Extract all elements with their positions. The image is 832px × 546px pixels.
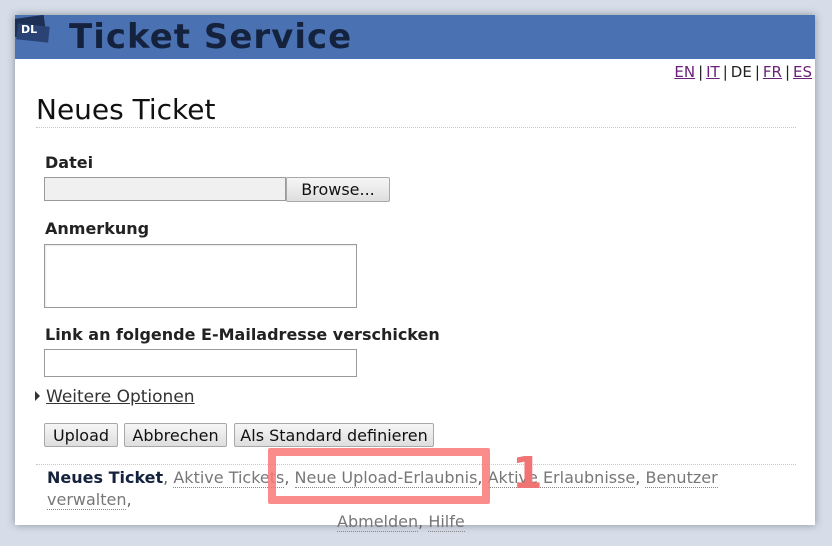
nav-separator: , [635, 468, 641, 487]
note-textarea[interactable] [44, 244, 357, 308]
lang-separator: | [698, 63, 704, 81]
nav-separator: , [418, 512, 424, 531]
lang-separator: | [722, 63, 728, 81]
nav-item-new-upload-permission[interactable]: Neue Upload-Erlaubnis [294, 468, 478, 488]
file-label: Datei [45, 153, 94, 172]
title-divider [36, 127, 796, 128]
lang-es-link[interactable]: ES [793, 63, 812, 81]
nav-separator: , [163, 468, 169, 487]
browse-button[interactable]: Browse... [286, 177, 390, 202]
file-path-field[interactable] [44, 177, 286, 201]
ticket-logo-icon: DL [15, 15, 50, 43]
triangle-right-icon [35, 391, 40, 401]
nav-separator: , [284, 468, 290, 487]
nav-item-help[interactable]: Hilfe [428, 512, 465, 532]
nav-divider [36, 464, 796, 465]
cancel-button[interactable]: Abbrechen [124, 423, 227, 447]
nav-item-logout[interactable]: Abmelden [337, 512, 419, 532]
app-header: DL Ticket Service [15, 15, 815, 59]
set-default-button[interactable]: Als Standard definieren [234, 423, 434, 447]
lang-it-link[interactable]: IT [706, 63, 720, 81]
lang-fr-link[interactable]: FR [763, 63, 782, 81]
nav-item-active-tickets[interactable]: Aktive Tickets [173, 468, 285, 488]
lang-separator: | [754, 63, 760, 81]
email-field[interactable] [44, 349, 357, 377]
nav-item-new-ticket: Neues Ticket [47, 468, 164, 487]
lang-en-link[interactable]: EN [674, 63, 695, 81]
nav-separator: , [477, 468, 483, 487]
lang-de-current: DE [730, 63, 752, 81]
more-options-toggle[interactable]: Weitere Optionen [35, 387, 195, 407]
note-label: Anmerkung [45, 219, 150, 238]
nav-separator: , [126, 490, 132, 509]
language-switcher: EN | IT | DE | FR | ES [674, 63, 812, 81]
annotation-number: 1 [512, 448, 543, 499]
page-title: Neues Ticket [36, 93, 216, 126]
nav-item-active-permissions[interactable]: Aktive Erlaubnisse [487, 468, 636, 488]
lang-separator: | [784, 63, 790, 81]
bottom-nav: Neues Ticket, Aktive Tickets, Neue Uploa… [47, 467, 797, 533]
app-title: Ticket Service [69, 17, 353, 57]
email-label: Link an folgende E-Mailadresse verschick… [45, 325, 440, 344]
upload-button[interactable]: Upload [44, 423, 118, 447]
svg-text:DL: DL [21, 23, 37, 36]
app-window: DL Ticket Service EN | IT | DE | FR | ES Neues T… [15, 15, 815, 532]
more-options-label: Weitere Optionen [46, 387, 195, 407]
